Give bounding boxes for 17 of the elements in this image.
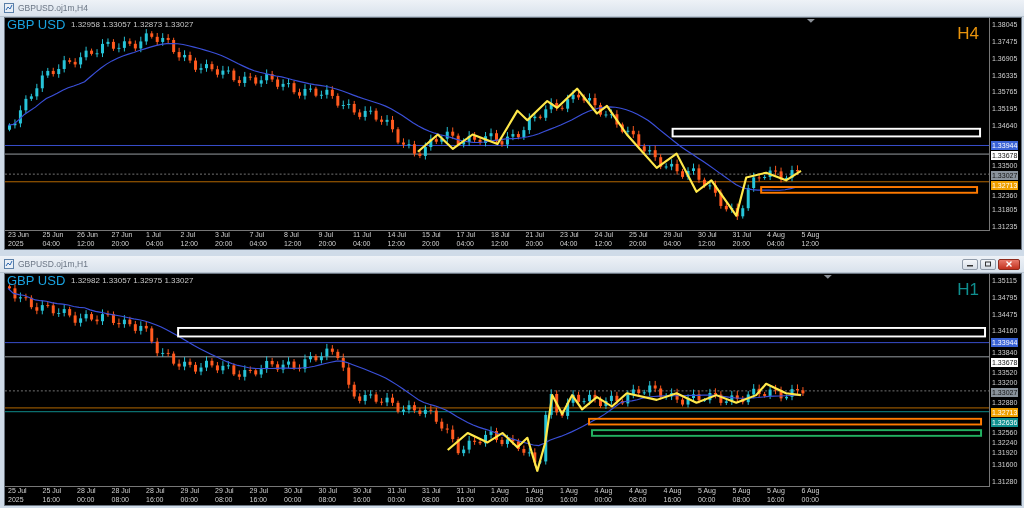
restore-icon: [984, 261, 992, 267]
symbol-label: GBP USD: [7, 274, 66, 288]
quote-line: 1.32958 1.33057 1.32873 1.33027: [71, 20, 194, 29]
window-title: GBPUSD.oj1m,H4: [18, 3, 88, 13]
chart-window-icon: [4, 259, 14, 269]
chart-window-icon: [4, 3, 14, 13]
triangle-icon: [806, 18, 815, 23]
quote-line: 1.32982 1.33057 1.32975 1.33027: [71, 276, 194, 285]
triangle-icon: [823, 274, 832, 279]
window-title: GBPUSD.oj1m,H1: [18, 259, 88, 269]
close-button[interactable]: [998, 258, 1020, 270]
close-icon: [1005, 261, 1013, 267]
restore-button[interactable]: [980, 258, 996, 270]
timeframe-label: H1: [957, 280, 980, 300]
minimize-button[interactable]: [962, 258, 978, 270]
timeframe-label: H4: [957, 24, 980, 44]
symbol-label: GBP USD: [7, 18, 66, 32]
